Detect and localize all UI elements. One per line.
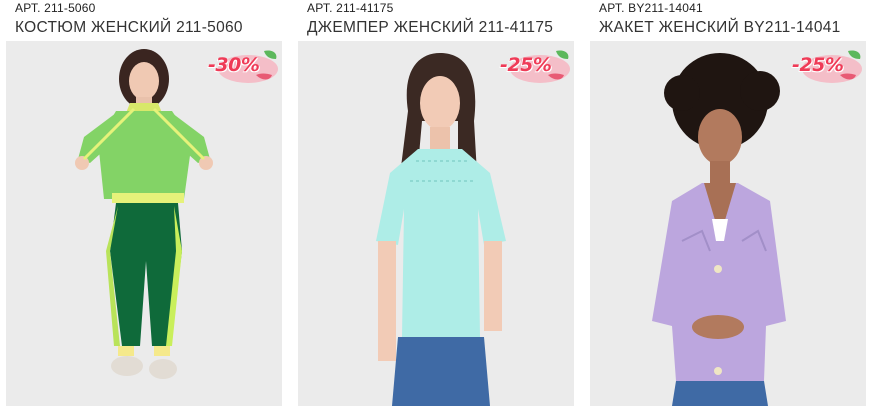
product-card[interactable]: АРТ. BY211-14041 ЖАКЕТ ЖЕНСКИЙ BY211-140…	[590, 0, 866, 420]
discount-badge: -25%	[498, 47, 574, 87]
product-image[interactable]: -25%	[590, 41, 866, 406]
product-photo-figure	[652, 53, 786, 406]
product-sku: АРТ. 211-5060	[15, 1, 96, 15]
product-card[interactable]: АРТ. 211-5060 КОСТЮМ ЖЕНСКИЙ 211-5060 -3…	[6, 0, 282, 420]
product-title-link[interactable]: ЖАКЕТ ЖЕНСКИЙ BY211-14041	[599, 19, 841, 37]
product-title-link[interactable]: ДЖЕМПЕР ЖЕНСКИЙ 211-41175	[307, 19, 553, 37]
product-image[interactable]: -30%	[6, 41, 282, 406]
product-sku: АРТ. BY211-14041	[599, 1, 703, 15]
product-sku: АРТ. 211-41175	[307, 1, 394, 15]
product-card[interactable]: АРТ. 211-41175 ДЖЕМПЕР ЖЕНСКИЙ 211-41175	[298, 0, 574, 420]
discount-label: -30%	[208, 54, 260, 76]
discount-label: -25%	[792, 54, 844, 76]
discount-badge: -30%	[206, 47, 282, 87]
product-title-link[interactable]: КОСТЮМ ЖЕНСКИЙ 211-5060	[15, 19, 243, 37]
discount-badge: -25%	[790, 47, 866, 87]
discount-label: -25%	[500, 54, 552, 76]
product-photo-figure	[376, 53, 506, 406]
product-photo-figure	[75, 49, 213, 379]
product-image[interactable]: -25%	[298, 41, 574, 406]
